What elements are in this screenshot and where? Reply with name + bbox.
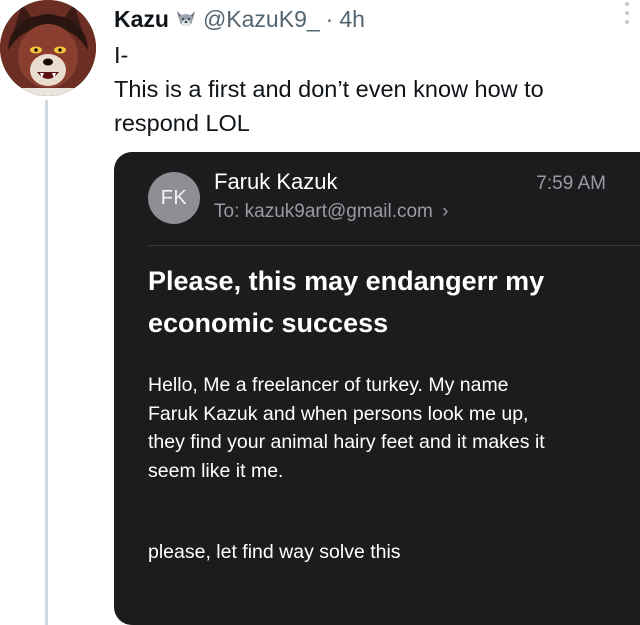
sender-avatar: FK [148, 172, 200, 224]
recipient-address: kazuk9art@gmail.com [244, 201, 433, 222]
tweet-header: Kazu @KazuK9_ · 4h [114, 4, 365, 34]
tweet-text-line: I- [114, 42, 129, 68]
divider [148, 245, 640, 246]
more-options-icon[interactable] [622, 2, 632, 24]
tweet-text-line: This is a first and don’t even know how … [114, 76, 544, 102]
chevron-right-icon: › [442, 201, 449, 222]
sender-name: Faruk Kazuk [214, 169, 338, 194]
subject-line: Please, this may endangerr my [148, 266, 545, 296]
email-body: Hello, Me a freelancer of turkey. My nam… [148, 371, 628, 485]
display-name[interactable]: Kazu [114, 6, 169, 33]
subject-line: economic success [148, 308, 389, 338]
email-subject: Please, this may endangerr my economic s… [148, 260, 618, 344]
email-time: 7:59 AM [536, 173, 606, 194]
tweet-text-line: respond LOL [114, 110, 250, 136]
body-line: Faruk Kazuk and when persons look me up, [148, 402, 529, 425]
tweet-text: I- This is a first and don’t even know h… [114, 38, 634, 140]
email-closing: please, let find way solve this [148, 541, 401, 563]
tweet-time[interactable]: 4h [339, 6, 365, 33]
wolf-emoji-icon [175, 9, 197, 29]
body-line: Hello, Me a freelancer of turkey. My nam… [148, 374, 509, 396]
thread-line [45, 100, 48, 625]
body-line: seem like it me. [148, 459, 284, 482]
body-line: they find your animal hairy feet and it … [148, 431, 545, 453]
email-screenshot-image[interactable]: FK Faruk Kazuk 7:59 AM To: kazuk9art@gma… [114, 152, 640, 625]
to-label: To: [214, 201, 240, 222]
user-handle[interactable]: @KazuK9_ [203, 6, 320, 33]
tweet-screenshot: Kazu @KazuK9_ · 4h I- This is a first an… [0, 0, 640, 625]
wolf-avatar-icon[interactable] [0, 0, 96, 96]
separator-dot: · [325, 5, 334, 32]
recipient-line: To: kazuk9art@gmail.com › [214, 201, 449, 223]
